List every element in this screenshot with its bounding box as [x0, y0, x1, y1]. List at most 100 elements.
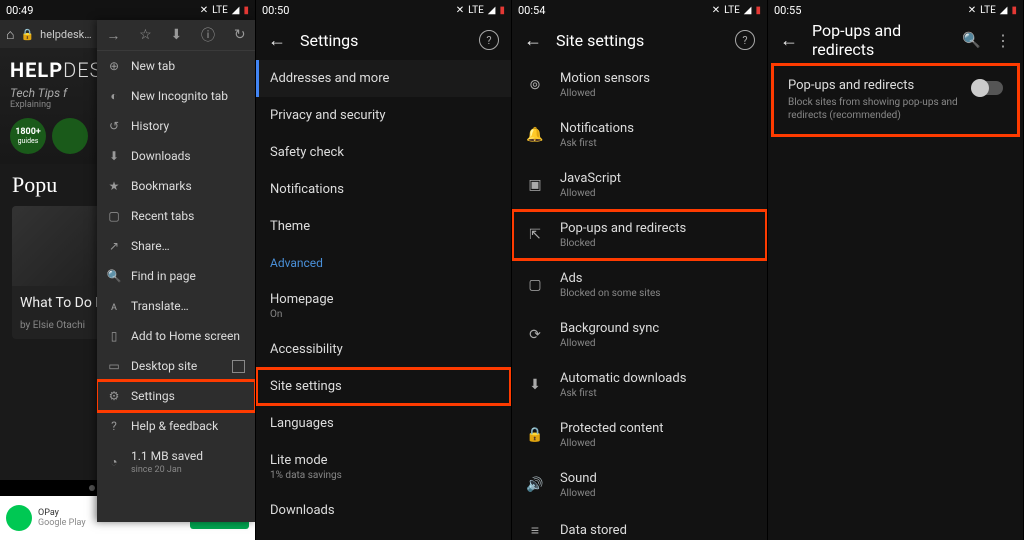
search-icon[interactable]: 🔍: [962, 31, 981, 49]
clock: 00:55: [774, 4, 801, 17]
recent-icon: ▢: [107, 209, 121, 223]
site-setting-sound[interactable]: 🔊SoundAllowed: [512, 460, 767, 510]
bookmark-icon: ★: [107, 179, 121, 193]
status-icons: ✕LTE◢▮: [456, 5, 505, 16]
desktop-checkbox[interactable]: [232, 360, 245, 373]
sync-icon: ⟳: [526, 326, 544, 344]
menu-history[interactable]: ↺History: [97, 111, 255, 141]
phone-icon: ▯: [107, 329, 121, 343]
data-icon: ≡: [526, 521, 544, 539]
settings-lite-mode[interactable]: Lite mode1% data savings: [256, 442, 511, 492]
menu-settings[interactable]: ⚙Settings: [97, 381, 255, 411]
back-icon[interactable]: ←: [780, 30, 798, 51]
site-setting-data[interactable]: ≡Data stored: [512, 510, 767, 540]
refresh-icon[interactable]: ↻: [234, 27, 246, 43]
history-icon: ↺: [107, 119, 121, 133]
page-title: Site settings: [556, 31, 721, 50]
site-setting-bell[interactable]: 🔔NotificationsAsk first: [512, 110, 767, 160]
page-title: Pop-ups and redirects: [812, 21, 948, 59]
settings-safety[interactable]: Safety check: [256, 134, 511, 171]
help-icon[interactable]: ?: [479, 30, 499, 50]
site-setting-js[interactable]: ▣JavaScriptAllowed: [512, 160, 767, 210]
menu-translate[interactable]: ᴀTranslate…: [97, 291, 255, 321]
site-setting-ads[interactable]: ▢AdsBlocked on some sites: [512, 260, 767, 310]
more-icon[interactable]: ⋮: [995, 31, 1011, 50]
gear-icon: ⚙: [107, 389, 121, 403]
back-icon[interactable]: ←: [268, 30, 286, 51]
settings-advanced-header: Advanced: [256, 245, 511, 281]
back-icon[interactable]: ←: [524, 30, 542, 51]
lock-icon: 🔒: [526, 426, 544, 444]
desktop-icon: ▭: [107, 359, 121, 373]
site-setting-sync[interactable]: ⟳Background syncAllowed: [512, 310, 767, 360]
chart-icon: ◔: [107, 455, 121, 469]
popup-row-title: Pop-ups and redirects: [788, 78, 963, 93]
menu-data-saved[interactable]: ◔1.1 MB savedsince 20 Jan: [97, 441, 255, 483]
status-icons: ✕LTE◢▮: [968, 5, 1017, 16]
settings-languages[interactable]: Languages: [256, 405, 511, 442]
status-bar: 00:49 ✕LTE◢▮: [0, 0, 255, 20]
clock: 00:50: [262, 4, 289, 17]
menu-find[interactable]: 🔍Find in page: [97, 261, 255, 291]
settings-notifications[interactable]: Notifications: [256, 171, 511, 208]
search-icon: 🔍: [107, 269, 121, 283]
menu-add-home[interactable]: ▯Add to Home screen: [97, 321, 255, 351]
clock: 00:49: [6, 4, 33, 17]
badge-2: [52, 118, 88, 154]
status-icons: ✕LTE◢▮: [200, 5, 249, 16]
site-setting-motion[interactable]: ⊚Motion sensorsAllowed: [512, 60, 767, 110]
status-bar: 00:54 ✕LTE◢▮: [512, 0, 767, 20]
plus-icon: ⊕: [107, 59, 121, 73]
site-setting-download[interactable]: ⬇Automatic downloadsAsk first: [512, 360, 767, 410]
settings-site-settings[interactable]: Site settings: [256, 368, 511, 405]
menu-recent-tabs[interactable]: ▢Recent tabs: [97, 201, 255, 231]
translate-icon: ᴀ: [107, 299, 121, 313]
overflow-menu: → ☆ ⬇ ⓘ ↻ ⊕New tab ◐New Incognito tab ↺H…: [97, 20, 255, 522]
menu-toolbar: → ☆ ⬇ ⓘ ↻: [97, 20, 255, 51]
page-title: Settings: [300, 31, 465, 50]
info-icon[interactable]: ⓘ: [201, 25, 215, 45]
lock-icon: 🔒: [20, 28, 34, 41]
help-icon[interactable]: ?: [735, 30, 755, 50]
settings-homepage[interactable]: HomepageOn: [256, 281, 511, 331]
menu-share[interactable]: ↗Share…: [97, 231, 255, 261]
url-text: helpdesk…: [40, 28, 91, 41]
menu-desktop-site[interactable]: ▭Desktop site: [97, 351, 255, 381]
js-icon: ▣: [526, 176, 544, 194]
share-icon: ↗: [107, 239, 121, 253]
download-icon: ⬇: [526, 376, 544, 394]
popup-icon: ⇱: [526, 226, 544, 244]
settings-theme[interactable]: Theme: [256, 208, 511, 245]
menu-new-tab[interactable]: ⊕New tab: [97, 51, 255, 81]
site-setting-lock[interactable]: 🔒Protected contentAllowed: [512, 410, 767, 460]
clock: 00:54: [518, 4, 545, 17]
settings-accessibility[interactable]: Accessibility: [256, 331, 511, 368]
download-icon: ⬇: [107, 149, 121, 163]
forward-icon[interactable]: →: [106, 27, 120, 44]
menu-bookmarks[interactable]: ★Bookmarks: [97, 171, 255, 201]
bell-icon: 🔔: [526, 126, 544, 144]
menu-incognito[interactable]: ◐New Incognito tab: [97, 81, 255, 111]
settings-downloads[interactable]: Downloads: [256, 492, 511, 529]
incognito-icon: ◐: [107, 89, 121, 103]
motion-icon: ⊚: [526, 76, 544, 94]
download-icon[interactable]: ⬇: [171, 27, 183, 43]
status-bar: 00:55 ✕LTE◢▮: [768, 0, 1023, 20]
popups-toggle-row[interactable]: Pop-ups and redirects Block sites from s…: [774, 66, 1017, 134]
help-icon: ?: [107, 419, 121, 433]
settings-addresses[interactable]: Addresses and more: [256, 60, 511, 97]
settings-about[interactable]: About Chrome: [256, 529, 511, 540]
ads-icon: ▢: [526, 276, 544, 294]
settings-privacy[interactable]: Privacy and security: [256, 97, 511, 134]
star-icon[interactable]: ☆: [139, 27, 152, 43]
home-icon[interactable]: ⌂: [6, 26, 14, 43]
sound-icon: 🔊: [526, 476, 544, 494]
toggle-switch[interactable]: [973, 81, 1003, 95]
guides-badge: 1800+guides: [10, 118, 46, 154]
site-setting-popup[interactable]: ⇱Pop-ups and redirectsBlocked: [512, 210, 767, 260]
ad-app-icon: [6, 505, 32, 531]
status-icons: ✕LTE◢▮: [712, 5, 761, 16]
menu-downloads[interactable]: ⬇Downloads: [97, 141, 255, 171]
menu-help[interactable]: ?Help & feedback: [97, 411, 255, 441]
popup-row-desc: Block sites from showing pop-ups and red…: [788, 96, 963, 122]
